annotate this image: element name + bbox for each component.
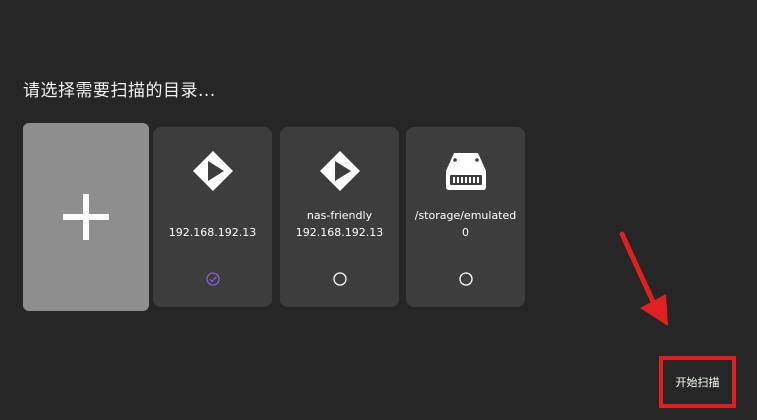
annotation-arrow-icon: [619, 231, 668, 326]
directory-name: /storage/emulated: [414, 209, 517, 222]
hard-drive-icon: [444, 149, 488, 193]
directory-card[interactable]: nas-friendly 192.168.192.13: [280, 127, 399, 307]
radio-unselected-icon[interactable]: [458, 272, 473, 286]
scan-directory-page: 请选择需要扫描的目录... 192.168.192.13 nas-friendl…: [0, 0, 757, 420]
add-directory-card[interactable]: [23, 123, 149, 311]
radio-unselected-icon[interactable]: [332, 272, 347, 286]
directory-address: 0: [462, 226, 469, 239]
emby-server-icon: [318, 149, 362, 193]
page-title: 请选择需要扫描的目录...: [23, 81, 216, 101]
directory-name: nas-friendly: [306, 209, 373, 222]
directory-card[interactable]: /storage/emulated 0: [406, 127, 525, 307]
directory-address: 192.168.192.13: [295, 226, 384, 239]
directory-card[interactable]: 192.168.192.13: [153, 127, 272, 307]
emby-server-icon: [191, 149, 235, 193]
directory-address: 192.168.192.13: [168, 226, 257, 239]
start-scan-label: 开始扫描: [675, 376, 720, 389]
selected-check-icon[interactable]: [205, 272, 220, 286]
start-scan-button[interactable]: 开始扫描: [659, 356, 736, 408]
